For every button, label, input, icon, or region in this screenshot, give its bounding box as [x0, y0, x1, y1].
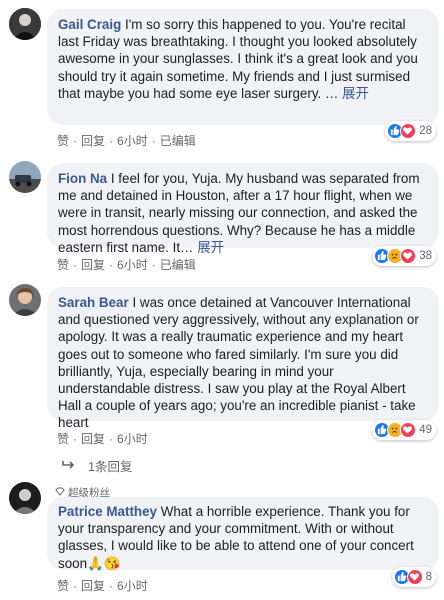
reply-link[interactable]: 回复: [81, 579, 105, 593]
love-reaction-icon: [400, 123, 417, 139]
avatar[interactable]: [9, 284, 41, 316]
timestamp[interactable]: 6小时: [117, 134, 148, 148]
like-link[interactable]: 赞: [57, 579, 69, 593]
reply-link[interactable]: 回复: [81, 432, 105, 446]
comment-actions: 赞 · 回复 · 6小时 · 已编辑: [57, 258, 196, 272]
like-link[interactable]: 赞: [57, 258, 69, 272]
timestamp[interactable]: 6小时: [117, 258, 148, 272]
comment-author[interactable]: Patrice Matthey: [58, 504, 157, 519]
replies-count-label: 1条回复: [88, 460, 133, 474]
comment-text: I feel for you, Yuja. My husband was sep…: [58, 171, 420, 255]
reaction-count: 49: [419, 424, 432, 436]
comment-bubble: Gail Craig I'm so sorry this happened to…: [47, 9, 439, 125]
see-more-link[interactable]: 展开: [342, 86, 369, 101]
reply-link[interactable]: 回复: [81, 258, 105, 272]
reply-link[interactable]: 回复: [81, 134, 105, 148]
love-reaction-icon: [406, 569, 423, 585]
reply-arrow-icon: [62, 459, 76, 473]
reaction-summary[interactable]: 38: [372, 246, 436, 266]
comment-author[interactable]: Fion Na: [58, 171, 107, 186]
like-link[interactable]: 赞: [57, 432, 69, 446]
comment-author[interactable]: Sarah Bear: [58, 295, 129, 310]
edited-label: 已编辑: [159, 258, 196, 272]
comment-author[interactable]: Gail Craig: [58, 17, 121, 32]
reaction-summary[interactable]: 28: [385, 121, 436, 141]
see-more-link[interactable]: 展开: [197, 240, 224, 255]
view-replies-link[interactable]: 1条回复: [62, 456, 132, 475]
reaction-summary[interactable]: 8: [391, 567, 436, 587]
comment-actions: 赞 · 回复 · 6小时: [57, 432, 148, 446]
edited-label: 已编辑: [159, 134, 196, 148]
comment-bubble: Patrice Matthey What a horrible experien…: [47, 497, 439, 571]
comment-bubble: Sarah Bear I was once detained at Vancou…: [47, 287, 439, 430]
avatar[interactable]: [9, 161, 41, 193]
avatar[interactable]: [9, 482, 41, 514]
comment-actions: 赞 · 回复 · 6小时 · 已编辑: [57, 134, 196, 148]
reaction-count: 28: [419, 125, 432, 137]
comment-bubble: Fion Na I feel for you, Yuja. My husband…: [47, 163, 439, 255]
love-reaction-icon: [400, 248, 417, 264]
timestamp[interactable]: 6小时: [117, 432, 148, 446]
timestamp[interactable]: 6小时: [117, 579, 148, 593]
love-reaction-icon: [400, 422, 417, 438]
reaction-count: 38: [419, 250, 432, 262]
comment-actions: 赞 · 回复 · 6小时: [57, 579, 148, 593]
avatar[interactable]: [9, 8, 41, 40]
like-link[interactable]: 赞: [57, 134, 69, 148]
reaction-count: 8: [425, 571, 432, 583]
reaction-summary[interactable]: 49: [372, 420, 436, 440]
comment-text: I was once detained at Vancouver Interna…: [58, 295, 419, 431]
